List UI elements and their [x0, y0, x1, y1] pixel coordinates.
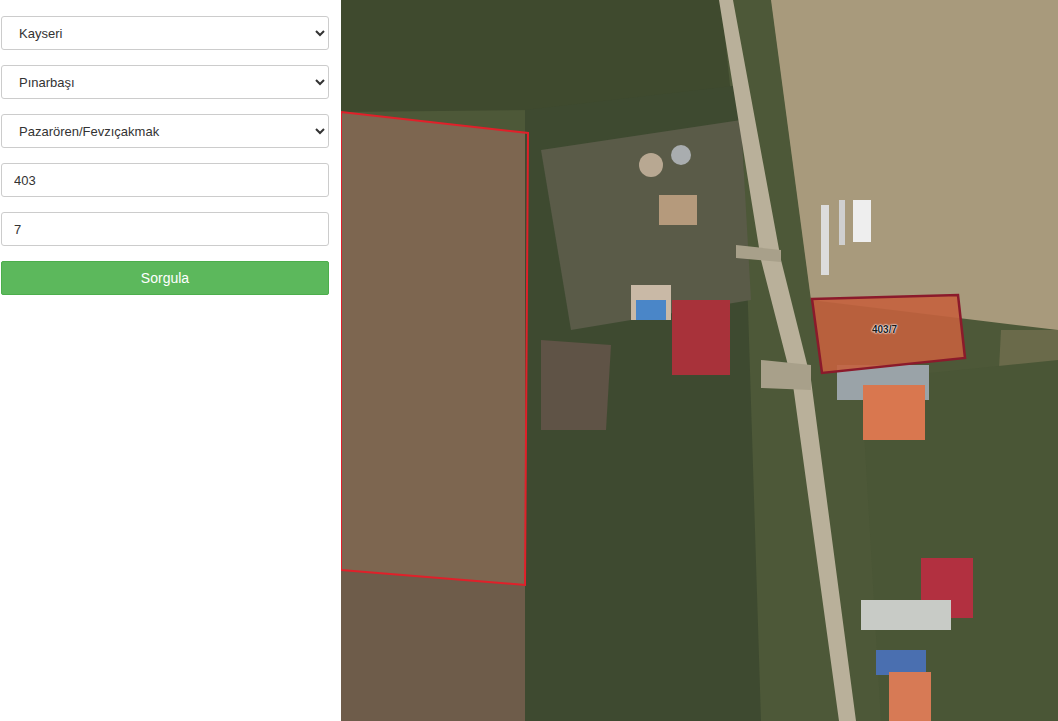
selected-parcel[interactable]: [812, 295, 965, 373]
query-sidebar: Kayseri Pınarbaşı Pazarören/Fevzıçakmak Sor…: [0, 0, 341, 721]
parcel-label: 403/7: [872, 324, 897, 335]
map-view[interactable]: 403/7: [341, 0, 1058, 721]
block-input[interactable]: [1, 163, 329, 197]
parcel-outline[interactable]: [341, 112, 528, 585]
district-select[interactable]: Pınarbaşı: [1, 65, 329, 99]
satellite-map: [341, 0, 1058, 721]
parcel-input[interactable]: [1, 212, 329, 246]
page: Kayseri Pınarbaşı Pazarören/Fevzıçakmak Sor…: [0, 0, 1058, 721]
submit-button[interactable]: Sorgula: [1, 261, 329, 295]
province-select[interactable]: Kayseri: [1, 16, 329, 50]
neighborhood-select[interactable]: Pazarören/Fevzıçakmak: [1, 114, 329, 148]
